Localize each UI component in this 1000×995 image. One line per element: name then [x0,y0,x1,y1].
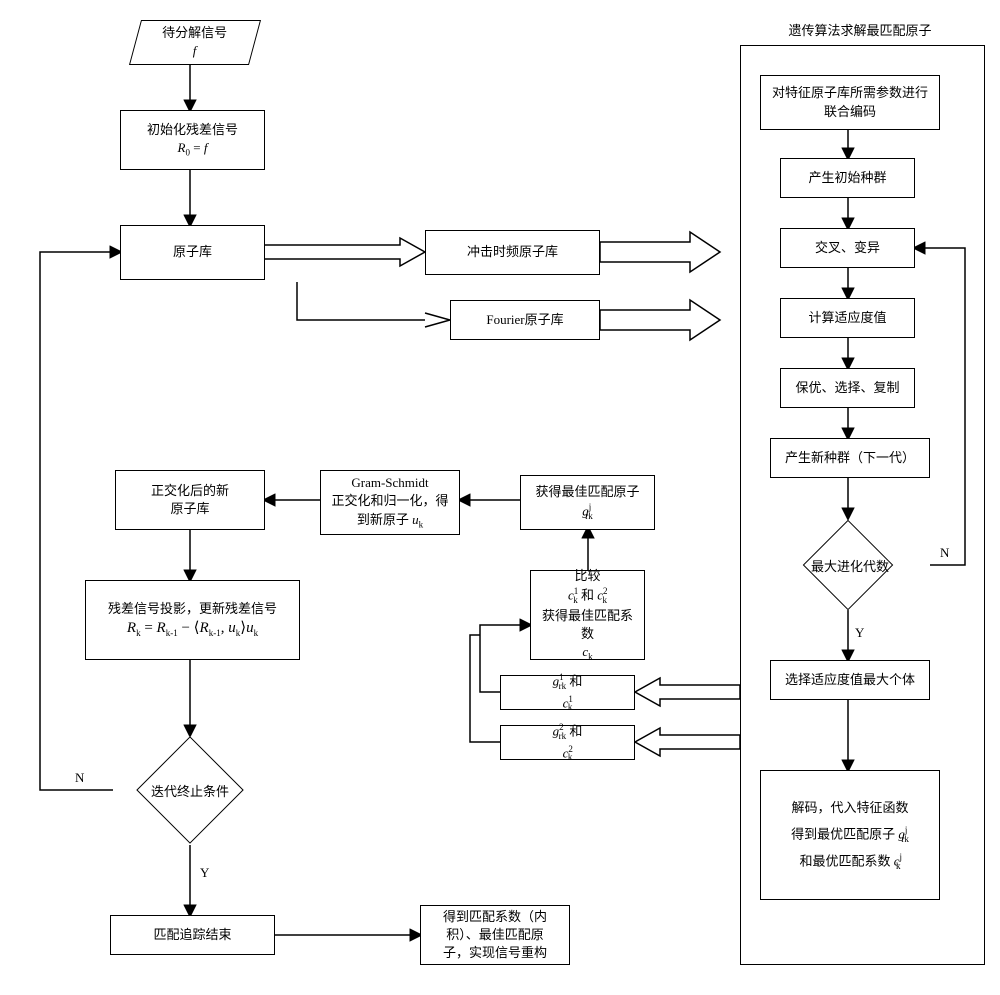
pair2-box: g2rk 和 c2k [500,725,635,760]
ga-y-label: Y [855,625,864,641]
mp-end-box: 匹配追踪结束 [110,915,275,955]
mp-result-box: 得到匹配系数（内 积）、最佳匹配原 子，实现信号重构 [420,905,570,965]
input-signal-label: 待分解信号 [162,24,227,42]
pair1-box: g1rk 和 c1k [500,675,635,710]
ga-fitness-box: 计算适应度值 [780,298,915,338]
iter-stop-y-label: Y [200,865,209,881]
input-signal-symbol: f [193,44,197,59]
input-signal-block: 待分解信号 f [129,20,261,65]
ga-decode-box: 解码，代入特征函数 得到最优匹配原子 gjrk 和最优匹配系数 cjk [760,770,940,900]
iter-stop-n-label: N [75,770,84,786]
ga-cross-mut-box: 交叉、变异 [780,228,915,268]
residual-update-box: 残差信号投影，更新残差信号 Rk = Rk-1 − ⟨Rk-1, uk⟩uk [85,580,300,660]
atom-library-box: 原子库 [120,225,265,280]
ortho-new-lib-box: 正交化后的新 原子库 [115,470,265,530]
best-atom-box: 获得最佳匹配原子 gjrk [520,475,655,530]
init-residual-label: 初始化残差信号 [147,121,238,139]
ga-pick-best-box: 选择适应度值最大个体 [770,660,930,700]
impact-atom-lib-box: 冲击时频原子库 [425,230,600,275]
ga-new-pop-box: 产生新种群（下一代） [770,438,930,478]
init-residual-box: 初始化残差信号 R0 = f [120,110,265,170]
ga-n-label: N [940,545,949,561]
compare-coeff-box: 比较 c1k 和 c2k 获得最佳匹配系数 ck [530,570,645,660]
ga-init-pop-box: 产生初始种群 [780,158,915,198]
ga-encode-box: 对特征原子库所需参数进行 联合编码 [760,75,940,130]
gram-schmidt-box: Gram-Schmidt 正交化和归一化，得 到新原子 uk [320,470,460,535]
ga-select-box: 保优、选择、复制 [780,368,915,408]
fourier-atom-lib-box: Fourier原子库 [450,300,600,340]
flowchart-canvas: 待分解信号 f 初始化残差信号 R0 = f 原子库 冲击时频原子库 Fouri… [0,0,1000,995]
ga-title: 遗传算法求解最匹配原子 [770,20,950,39]
iter-stop-diamond [136,736,243,843]
